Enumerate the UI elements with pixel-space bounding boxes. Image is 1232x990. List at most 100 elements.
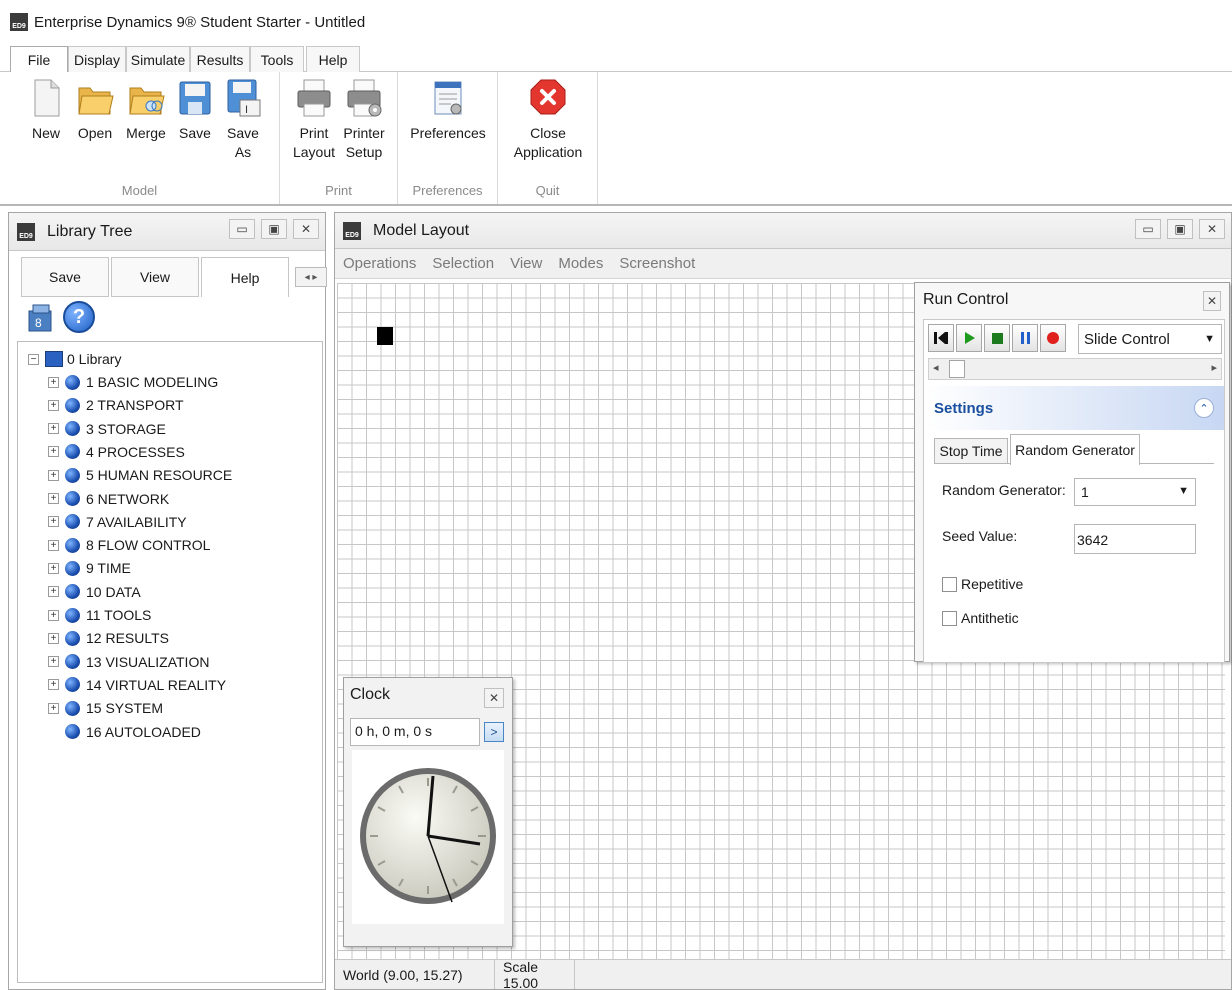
open-button[interactable]: Open xyxy=(74,78,116,143)
help-icon[interactable]: ? xyxy=(63,301,95,333)
random-generator-select[interactable]: 1 ▼ xyxy=(1074,478,1196,506)
tree-item-label: 2 TRANSPORT xyxy=(86,397,184,414)
save-button[interactable]: Save xyxy=(176,78,214,143)
speed-slider[interactable]: ◂ ▸ xyxy=(928,358,1222,380)
library-package-icon[interactable]: 8 xyxy=(25,301,57,335)
expand-icon[interactable]: + xyxy=(48,446,59,458)
close-icon[interactable]: ✕ xyxy=(484,688,504,708)
tree-item[interactable]: +2 TRANSPORT xyxy=(48,394,184,416)
tree-item[interactable]: +9 TIME xyxy=(48,557,131,579)
repetitive-checkbox[interactable] xyxy=(942,576,957,592)
tree-item[interactable]: +1 BASIC MODELING xyxy=(48,371,218,393)
collapse-up-icon[interactable]: ⌃ xyxy=(1194,398,1214,418)
tree-item[interactable]: +12 RESULTS xyxy=(48,627,169,649)
merge-button[interactable]: Merge xyxy=(124,78,168,143)
expand-icon[interactable]: + xyxy=(48,539,59,551)
tree-root[interactable]: − 0 Library xyxy=(28,348,121,370)
menu-operations[interactable]: Operations xyxy=(343,255,416,272)
collapse-icon[interactable]: − xyxy=(28,353,39,365)
antithetic-checkbox[interactable] xyxy=(942,610,957,626)
menu-modes[interactable]: Modes xyxy=(558,255,603,272)
menu-screenshot[interactable]: Screenshot xyxy=(619,255,695,272)
tab-simulate[interactable]: Simulate xyxy=(126,46,190,72)
tree-item[interactable]: +15 SYSTEM xyxy=(48,697,163,719)
close-icon[interactable]: ✕ xyxy=(1203,291,1221,311)
slider-right-arrow-icon[interactable]: ▸ xyxy=(1211,361,1217,374)
tab-results[interactable]: Results xyxy=(190,46,250,72)
slider-thumb[interactable] xyxy=(949,360,965,378)
expand-icon[interactable]: + xyxy=(48,493,59,504)
reset-button[interactable] xyxy=(928,324,954,352)
minimize-icon[interactable]: ▭ xyxy=(229,219,255,239)
tab-stop-time[interactable]: Stop Time xyxy=(934,438,1008,464)
menu-selection[interactable]: Selection xyxy=(432,255,494,272)
settings-header[interactable]: Settings ⌃ xyxy=(924,386,1224,430)
close-icon[interactable]: ✕ xyxy=(1199,219,1225,239)
expand-icon[interactable]: + xyxy=(48,702,59,714)
globe-icon xyxy=(65,584,80,600)
library-tab-help[interactable]: Help xyxy=(201,257,289,297)
model-object[interactable] xyxy=(377,327,393,345)
antithetic-checkbox-row[interactable]: Antithetic xyxy=(942,610,1019,626)
tree-item-label: 6 NETWORK xyxy=(86,490,170,507)
record-button[interactable] xyxy=(1040,324,1066,352)
library-tab-view[interactable]: View xyxy=(111,257,199,297)
expand-icon[interactable]: + xyxy=(48,376,59,388)
tab-file[interactable]: File xyxy=(10,46,68,73)
printer-setup-button[interactable]: Printer Setup xyxy=(342,78,386,162)
slider-left-arrow-icon[interactable]: ◂ xyxy=(933,361,939,374)
save-floppy-icon xyxy=(176,78,214,118)
tab-display[interactable]: Display xyxy=(68,46,126,72)
clock-expand-button[interactable]: > xyxy=(484,722,504,742)
new-button[interactable]: New xyxy=(26,78,66,143)
expand-icon[interactable]: + xyxy=(48,423,59,435)
library-app-icon: ED9 xyxy=(17,222,35,241)
restore-icon[interactable]: ▣ xyxy=(1167,219,1193,239)
tree-item[interactable]: +10 DATA xyxy=(48,581,141,603)
tree-item[interactable]: +5 HUMAN RESOURCE xyxy=(48,464,232,486)
close-icon[interactable]: ✕ xyxy=(293,219,319,239)
tab-random-generator[interactable]: Random Generator xyxy=(1010,434,1140,465)
expand-icon[interactable]: + xyxy=(48,516,59,528)
expand-icon[interactable]: + xyxy=(48,586,59,598)
tree-item[interactable]: +13 VISUALIZATION xyxy=(48,651,209,673)
repetitive-checkbox-row[interactable]: Repetitive xyxy=(942,576,1023,592)
save-as-button[interactable]: I Save As xyxy=(222,78,264,162)
preferences-button[interactable]: Preferences xyxy=(408,78,488,143)
seed-value-label: Seed Value: xyxy=(942,528,1018,544)
tree-item[interactable]: 16 AUTOLOADED xyxy=(48,721,201,743)
tab-help[interactable]: Help xyxy=(306,46,360,72)
restore-icon[interactable]: ▣ xyxy=(261,219,287,239)
expand-icon[interactable]: + xyxy=(48,679,59,691)
tab-tools[interactable]: Tools xyxy=(250,46,304,72)
tree-leaf-connector xyxy=(48,726,59,737)
menu-view[interactable]: View xyxy=(510,255,542,272)
minimize-icon[interactable]: ▭ xyxy=(1135,219,1161,239)
seed-value-input[interactable]: 3642 xyxy=(1074,524,1196,554)
tree-item[interactable]: +7 AVAILABILITY xyxy=(48,511,187,533)
pause-button[interactable] xyxy=(1012,324,1038,352)
library-tab-save[interactable]: Save xyxy=(21,257,109,297)
run-button[interactable] xyxy=(956,324,982,352)
mode-select[interactable]: Slide Control ▼ xyxy=(1078,324,1222,354)
print-layout-button[interactable]: Print Layout xyxy=(292,78,336,162)
ribbon: New Open Merge Save I Save As Model Prin… xyxy=(0,72,1232,206)
expand-icon[interactable]: + xyxy=(48,632,59,644)
ribbon-group-print: Print Layout Printer Setup Print xyxy=(280,72,398,204)
close-application-icon xyxy=(529,78,567,118)
expand-icon[interactable]: + xyxy=(48,469,59,481)
expand-icon[interactable]: + xyxy=(48,656,59,668)
tree-item[interactable]: +4 PROCESSES xyxy=(48,441,185,463)
tree-item[interactable]: +8 FLOW CONTROL xyxy=(48,534,210,556)
close-application-button[interactable]: Close Application xyxy=(508,78,588,162)
expand-icon[interactable]: + xyxy=(48,609,59,621)
tree-item[interactable]: +6 NETWORK xyxy=(48,488,169,510)
tree-item[interactable]: +11 TOOLS xyxy=(48,604,151,626)
expand-icon[interactable]: + xyxy=(48,399,59,411)
tree-item[interactable]: +14 VIRTUAL REALITY xyxy=(48,674,226,696)
expand-icon[interactable]: + xyxy=(48,562,59,574)
tab-scroll-arrows[interactable]: ◂ ▸ xyxy=(295,267,327,287)
stop-button[interactable] xyxy=(984,324,1010,352)
globe-icon xyxy=(65,677,80,693)
tree-item[interactable]: +3 STORAGE xyxy=(48,418,166,440)
